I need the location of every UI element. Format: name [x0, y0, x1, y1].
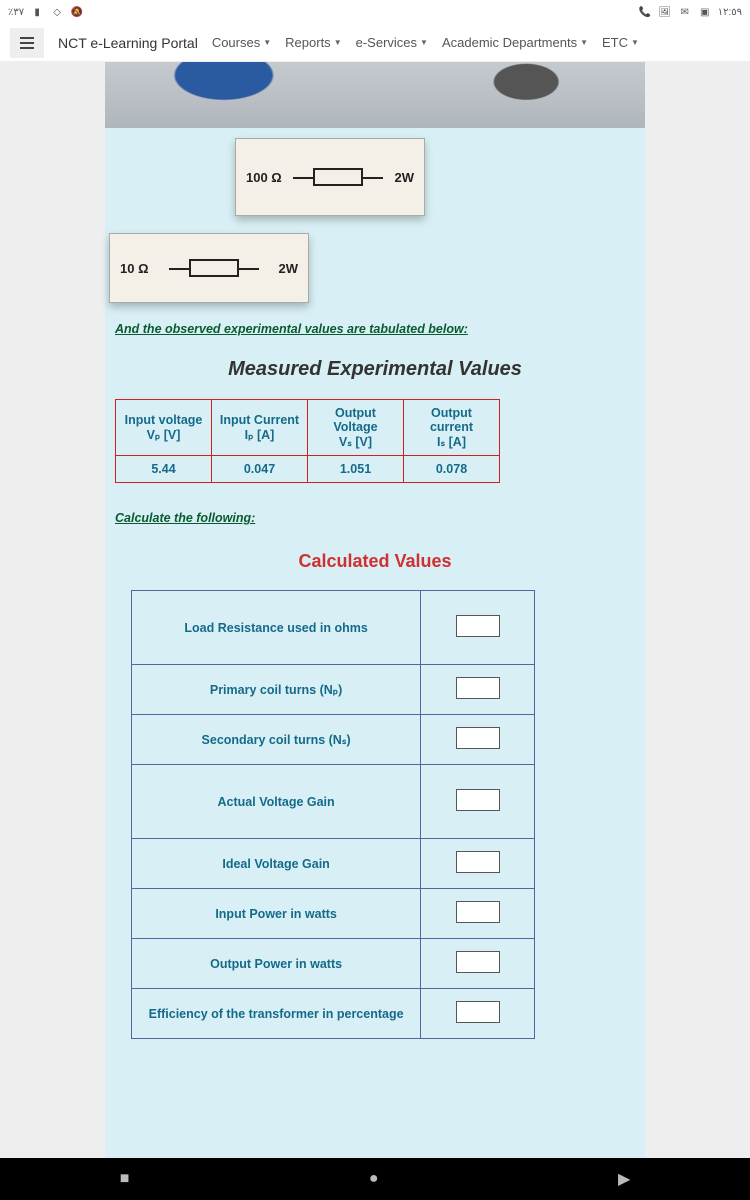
- calc-answer-cell: [421, 665, 535, 715]
- resistor-symbol-icon: [189, 259, 239, 277]
- answer-input[interactable]: [456, 677, 500, 699]
- resistor-symbol-icon: [313, 168, 363, 186]
- col-header: Input CurrentIₚ [A]: [212, 400, 308, 456]
- calc-row-label: Input Power in watts: [132, 889, 421, 939]
- nav-label: Courses: [212, 35, 260, 50]
- calc-answer-cell: [421, 839, 535, 889]
- col-header: Input voltageVₚ [V]: [116, 400, 212, 456]
- answer-input[interactable]: [456, 727, 500, 749]
- device-nav-bar: ■ ● ▶: [0, 1158, 750, 1200]
- calc-answer-cell: [421, 889, 535, 939]
- calc-answer-cell: [421, 765, 535, 839]
- table-cell: 5.44: [116, 456, 212, 483]
- note-calculate: Calculate the following:: [115, 511, 645, 525]
- mute-icon: 🔕: [70, 5, 84, 19]
- chevron-down-icon: ▼: [334, 38, 342, 47]
- nav-eservices[interactable]: e-Services ▼: [356, 35, 428, 50]
- table-cell: 0.047: [212, 456, 308, 483]
- nav-label: Academic Departments: [442, 35, 577, 50]
- phone-icon: 📞: [638, 5, 652, 19]
- calc-answer-cell: [421, 591, 535, 665]
- answer-input[interactable]: [456, 1001, 500, 1023]
- page-scroll-area[interactable]: 100 Ω 2W 10 Ω 2W And the observed experi…: [0, 62, 750, 1158]
- resistor-value: 100 Ω: [246, 170, 282, 185]
- back-button[interactable]: ▶: [618, 1169, 630, 1189]
- calc-row-label: Load Resistance used in ohms: [132, 591, 421, 665]
- nav-label: Reports: [285, 35, 331, 50]
- answer-input[interactable]: [456, 901, 500, 923]
- nav-reports[interactable]: Reports ▼: [285, 35, 341, 50]
- calc-row-label: Output Power in watts: [132, 939, 421, 989]
- home-button[interactable]: ●: [369, 1170, 379, 1188]
- portal-title: NCT e-Learning Portal: [58, 35, 198, 51]
- picture-icon: ▣: [698, 5, 712, 19]
- calc-row-label: Ideal Voltage Gain: [132, 839, 421, 889]
- menu-button[interactable]: [10, 28, 44, 58]
- resistor-10ohm: 10 Ω 2W: [109, 233, 309, 303]
- calc-answer-cell: [421, 715, 535, 765]
- wifi-icon: ◇: [50, 5, 64, 19]
- resistor-power: 2W: [394, 170, 414, 185]
- battery-text: ٪٣٧: [8, 7, 24, 18]
- calc-answer-cell: [421, 939, 535, 989]
- device-status-bar: ٪٣٧ ▮ ◇ 🔕 📞 🖼 ✉ ▣ ١٢:٥٩: [0, 0, 750, 24]
- image-icon: 🖼: [658, 5, 672, 19]
- mail-icon: ✉: [678, 5, 692, 19]
- answer-input[interactable]: [456, 789, 500, 811]
- transformer-photo: [105, 62, 645, 128]
- recent-apps-button[interactable]: ■: [120, 1170, 130, 1188]
- calculated-title: Calculated Values: [105, 551, 645, 572]
- answer-input[interactable]: [456, 615, 500, 637]
- document-body: 100 Ω 2W 10 Ω 2W And the observed experi…: [105, 62, 645, 1158]
- chevron-down-icon: ▼: [263, 38, 271, 47]
- resistor-power: 2W: [279, 261, 299, 276]
- answer-input[interactable]: [456, 851, 500, 873]
- chevron-down-icon: ▼: [580, 38, 588, 47]
- calc-row-label: Secondary coil turns (Nₛ): [132, 715, 421, 765]
- nav-etc[interactable]: ETC ▼: [602, 35, 639, 50]
- note-pre-table: And the observed experimental values are…: [115, 322, 645, 336]
- resistor-100ohm: 100 Ω 2W: [235, 138, 425, 216]
- calc-row-label: Primary coil turns (Nₚ): [132, 665, 421, 715]
- calc-row-label: Actual Voltage Gain: [132, 765, 421, 839]
- table-cell: 0.078: [404, 456, 500, 483]
- col-header: Output currentIₛ [A]: [404, 400, 500, 456]
- nav-label: ETC: [602, 35, 628, 50]
- calc-answer-cell: [421, 989, 535, 1039]
- resistor-value: 10 Ω: [120, 261, 149, 276]
- nav-label: e-Services: [356, 35, 417, 50]
- chevron-down-icon: ▼: [420, 38, 428, 47]
- answer-input[interactable]: [456, 951, 500, 973]
- table-cell: 1.051: [308, 456, 404, 483]
- app-header: NCT e-Learning Portal Courses ▼ Reports …: [0, 24, 750, 62]
- nav-courses[interactable]: Courses ▼: [212, 35, 271, 50]
- chevron-down-icon: ▼: [631, 38, 639, 47]
- measured-table: Input voltageVₚ [V] Input CurrentIₚ [A] …: [115, 399, 500, 483]
- nav-departments[interactable]: Academic Departments ▼: [442, 35, 588, 50]
- col-header: Output VoltageVₛ [V]: [308, 400, 404, 456]
- resistor-photos: 100 Ω 2W 10 Ω 2W: [105, 128, 645, 308]
- battery-icon: ▮: [30, 5, 44, 19]
- measured-title: Measured Experimental Values: [105, 358, 645, 381]
- calc-row-label: Efficiency of the transformer in percent…: [132, 989, 421, 1039]
- calculated-table: Load Resistance used in ohms Primary coi…: [131, 590, 535, 1039]
- clock-text: ١٢:٥٩: [718, 7, 742, 18]
